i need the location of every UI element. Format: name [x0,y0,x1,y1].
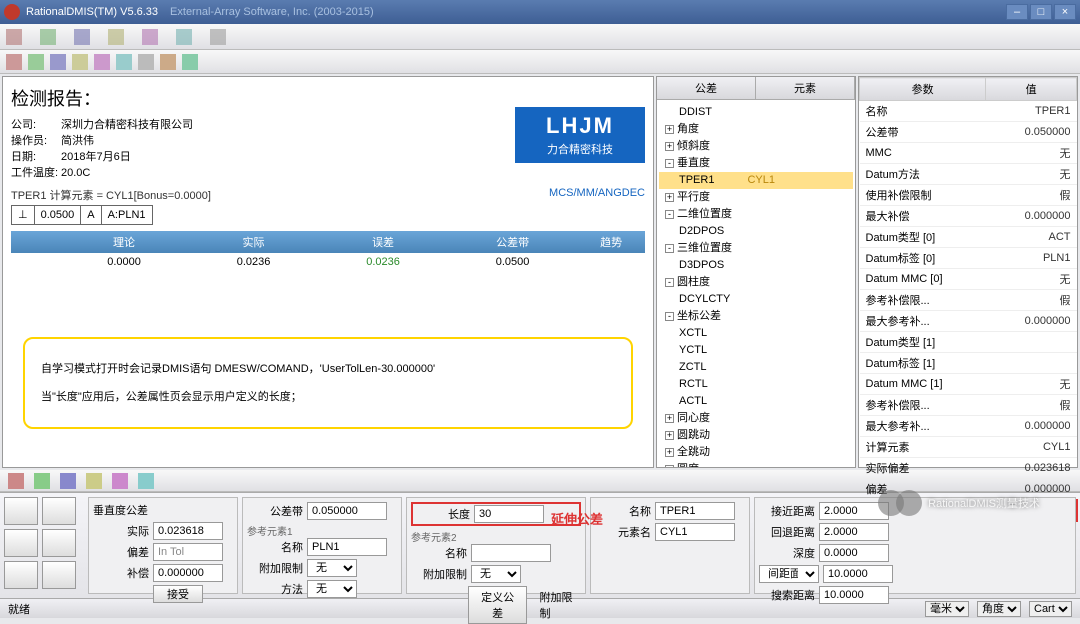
retract-input[interactable] [819,523,889,541]
distance-column: 接近距离 回退距离 深度 间距面 搜索距离 [754,497,1076,594]
minimize-button[interactable]: – [1006,4,1028,20]
result-table: 理论实际误差公差带趋势 0.00000.02360.02360.0500 [11,231,645,271]
tool-icon[interactable] [94,54,110,70]
tol-icon[interactable] [34,473,50,489]
result-column: 垂直度公差 实际 偏差 补偿 接受 [88,497,238,594]
tool-icon[interactable] [72,54,88,70]
tool-icon-column [4,497,84,594]
tab-element[interactable]: 元素 [756,77,855,99]
tool-button[interactable] [42,497,76,525]
extend-tolerance-label: 延伸公差 [551,509,603,528]
close-button[interactable]: × [1054,4,1076,20]
accept-button[interactable]: 接受 [153,585,203,603]
tool-icon[interactable] [160,54,176,70]
menu-icon[interactable] [40,29,56,45]
company-logo: LHJM 力合精密科技 [515,107,645,163]
depth-input[interactable] [819,544,889,562]
tol-icon[interactable] [138,473,154,489]
element-column: 名称 元素名 [590,497,750,594]
report-panel: 检测报告： 公司:深圳力合精密科技有限公司 操作员:简洪伟 日期:2018年7月… [2,76,654,468]
menu-icon[interactable] [142,29,158,45]
deviation-input[interactable] [153,543,223,561]
length-input[interactable] [474,505,544,523]
actual-input[interactable] [153,522,223,540]
toolbar [0,50,1080,74]
perpendicularity-label: 垂直度公差 [93,502,233,518]
maximize-button[interactable]: □ [1030,4,1052,20]
menu-icon[interactable] [6,29,22,45]
tolerance-tree[interactable]: DDIST+角度+倾斜度-垂直度TPER1CYL1+平行度-二维位置度D2DPO… [657,100,855,468]
property-panel: 参数值 名称TPER1公差带0.050000MMC无Datum方法无使用补偿限制… [858,76,1078,468]
approach-input[interactable] [819,502,889,520]
menu-icon[interactable] [176,29,192,45]
tool-icon[interactable] [6,54,22,70]
tree-panel: 公差 元素 DDIST+角度+倾斜度-垂直度TPER1CYL1+平行度-二维位置… [656,76,856,468]
unit-select[interactable]: 毫米 [925,601,969,617]
menu-icon[interactable] [210,29,226,45]
tool-button[interactable] [4,529,38,557]
bottom-panel: 垂直度公差 实际 偏差 补偿 接受 公差带 参考元素1 名称 附加限制无 方法无… [0,492,1080,598]
tab-tolerance[interactable]: 公差 [657,77,756,99]
tool-button[interactable] [4,561,38,589]
tper-line: TPER1 计算元素 = CYL1[Bonus=0.0000] MCS/MM/A… [11,187,645,203]
tool-icon[interactable] [138,54,154,70]
elemname-input[interactable] [655,523,735,541]
tool-icon[interactable] [116,54,132,70]
ref2-limit-select[interactable]: 无 [471,565,521,583]
tol-icon[interactable] [60,473,76,489]
status-ready: 就绪 [8,601,30,617]
tool-button[interactable] [42,561,76,589]
mode-value-input[interactable] [823,565,893,583]
app-logo-icon [4,4,20,20]
tool-icon[interactable] [50,54,66,70]
tolerance-box: ⊥0.0500AA:PLN1 [11,205,153,225]
method-select[interactable]: 无 [307,580,357,598]
band-input[interactable] [307,502,387,520]
comp-input[interactable] [153,564,223,582]
tool-icon[interactable] [28,54,44,70]
tol-icon[interactable] [8,473,24,489]
mode-select[interactable]: 间距面 [759,565,819,583]
length-column: 长度 延伸公差 参考元素2 名称 附加限制无 定义公差附加限制 [406,497,586,594]
property-table: 参数值 名称TPER1公差带0.050000MMC无Datum方法无使用补偿限制… [859,77,1077,521]
ref1-limit-select[interactable]: 无 [307,559,357,577]
angle-select[interactable]: 角度 [977,601,1021,617]
search-input[interactable] [819,586,889,604]
app-title: RationalDMIS(TM) V5.6.33 [26,6,158,18]
define-tol-button[interactable]: 定义公差 [468,586,528,624]
tol-icon[interactable] [86,473,102,489]
ref2-name-input[interactable] [471,544,551,562]
menu-icon[interactable] [108,29,124,45]
annotation-callout: 自学习模式打开时会记录DMIS语句 DMESW/COMAND，'UserTolL… [23,337,633,429]
menubar [0,24,1080,50]
tool-button[interactable] [42,529,76,557]
vendor-text: External-Array Software, Inc. (2003-2015… [170,6,374,18]
coord-select[interactable]: Cart [1029,601,1072,617]
titlebar: RationalDMIS(TM) V5.6.33 External-Array … [0,0,1080,24]
menu-icon[interactable] [74,29,90,45]
tolerance-column: 公差带 参考元素1 名称 附加限制无 方法无 [242,497,402,594]
tol-icon[interactable] [112,473,128,489]
tool-button[interactable] [4,497,38,525]
tolname-input[interactable] [655,502,735,520]
ref1-name-input[interactable] [307,538,387,556]
tool-icon[interactable] [182,54,198,70]
